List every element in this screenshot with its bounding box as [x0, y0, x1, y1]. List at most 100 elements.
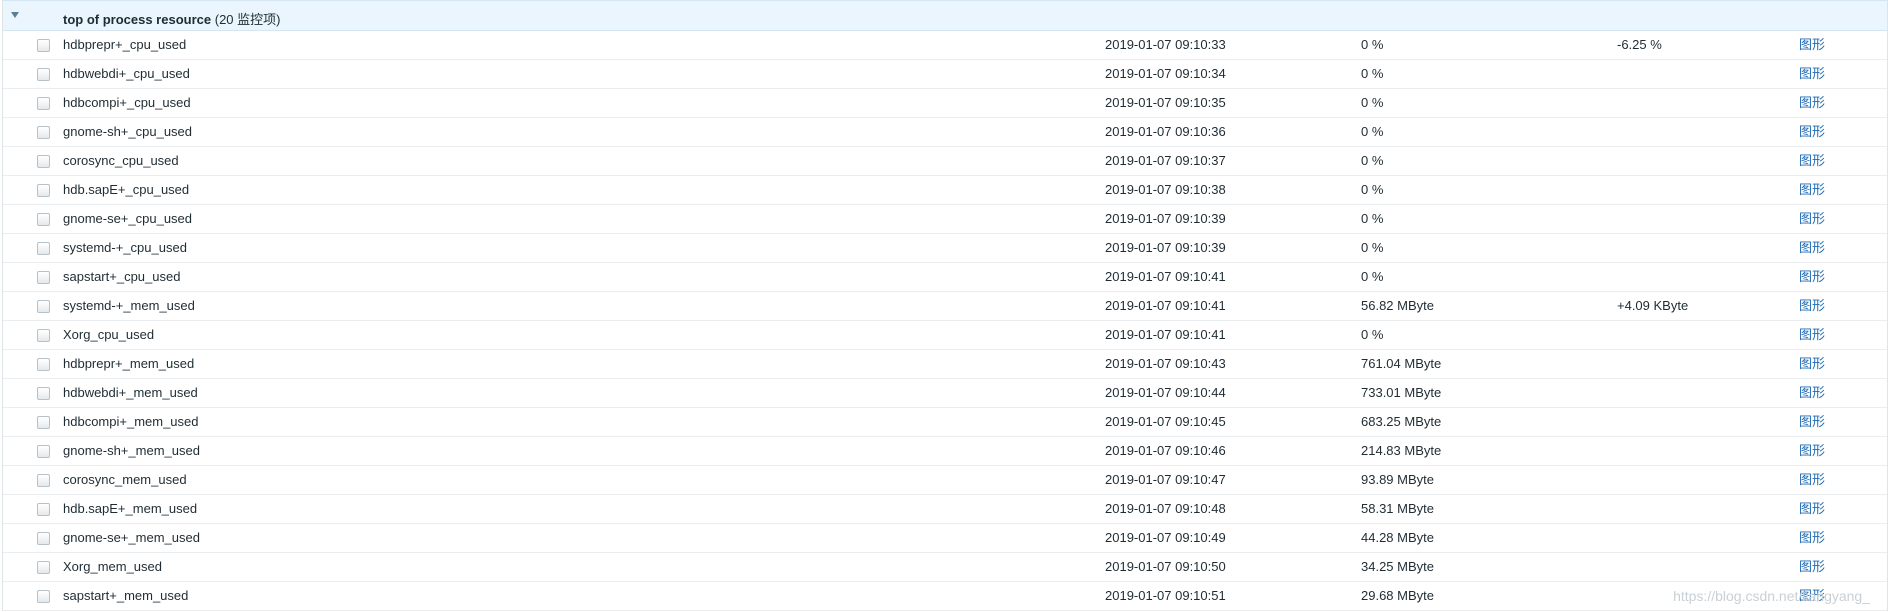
- last-value: 34.25 MByte: [1361, 559, 1434, 574]
- row-checkbox[interactable]: [37, 300, 50, 313]
- table-row: systemd-+_cpu_used 2019-01-07 09:10:39 0 %…: [3, 234, 1887, 263]
- row-checkbox[interactable]: [37, 39, 50, 52]
- row-checkbox[interactable]: [37, 271, 50, 284]
- graph-link[interactable]: 图形: [1799, 205, 1825, 233]
- graph-link[interactable]: 图形: [1799, 118, 1825, 146]
- item-name: gnome-se+_cpu_used: [63, 211, 193, 226]
- item-name: hdbcompi+_cpu_used: [63, 95, 191, 110]
- item-name: gnome-se+_mem_used: [63, 530, 200, 545]
- item-name: sapstart+_mem_used: [63, 588, 189, 603]
- graph-link[interactable]: 图形: [1799, 350, 1825, 378]
- item-name: Xorg_mem_used: [63, 559, 162, 574]
- last-value: 0 %: [1361, 182, 1384, 197]
- item-name: corosync_cpu_used: [63, 153, 179, 168]
- row-checkbox[interactable]: [37, 503, 50, 516]
- graph-link[interactable]: 图形: [1799, 408, 1825, 436]
- graph-link[interactable]: 图形: [1799, 31, 1825, 59]
- table-row: gnome-sh+_cpu_used 2019-01-07 09:10:36 0 %…: [3, 118, 1887, 147]
- item-name: Xorg_cpu_used: [63, 327, 155, 342]
- graph-link[interactable]: 图形: [1799, 553, 1825, 581]
- graph-link[interactable]: 图形: [1799, 495, 1825, 523]
- last-value: 0 %: [1361, 124, 1384, 139]
- graph-link[interactable]: 图形: [1799, 147, 1825, 175]
- row-checkbox[interactable]: [37, 184, 50, 197]
- last-value: 56.82 MByte: [1361, 298, 1434, 313]
- row-checkbox[interactable]: [37, 97, 50, 110]
- collapse-triangle-icon[interactable]: [11, 12, 19, 18]
- table-row: gnome-se+_mem_used 2019-01-07 09:10:49 44.…: [3, 524, 1887, 553]
- last-check-time: 2019-01-07 09:10:47: [1105, 472, 1226, 487]
- item-name: sapstart+_cpu_used: [63, 269, 181, 284]
- last-check-time: 2019-01-07 09:10:51: [1105, 588, 1226, 603]
- last-value: 0 %: [1361, 95, 1384, 110]
- row-checkbox[interactable]: [37, 126, 50, 139]
- item-name: hdbwebdi+_mem_used: [63, 385, 198, 400]
- graph-link[interactable]: 图形: [1799, 263, 1825, 291]
- last-value: 733.01 MByte: [1361, 385, 1442, 400]
- table-row: corosync_mem_used 2019-01-07 09:10:47 93.8…: [3, 466, 1887, 495]
- group-title: top of process resource (20 监控项): [63, 9, 280, 28]
- graph-link[interactable]: 图形: [1799, 437, 1825, 465]
- graph-link[interactable]: 图形: [1799, 60, 1825, 88]
- last-check-time: 2019-01-07 09:10:50: [1105, 559, 1226, 574]
- table-row: hdb.sapE+_cpu_used 2019-01-07 09:10:38 0 %…: [3, 176, 1887, 205]
- last-value: 683.25 MByte: [1361, 414, 1442, 429]
- graph-link[interactable]: 图形: [1799, 379, 1825, 407]
- row-checkbox[interactable]: [37, 445, 50, 458]
- row-checkbox[interactable]: [37, 387, 50, 400]
- row-checkbox[interactable]: [37, 532, 50, 545]
- row-checkbox[interactable]: [37, 68, 50, 81]
- graph-link[interactable]: 图形: [1799, 292, 1825, 320]
- last-check-time: 2019-01-07 09:10:48: [1105, 501, 1226, 516]
- graph-link[interactable]: 图形: [1799, 234, 1825, 262]
- last-check-time: 2019-01-07 09:10:43: [1105, 356, 1226, 371]
- last-value: 0 %: [1361, 37, 1384, 52]
- row-checkbox[interactable]: [37, 329, 50, 342]
- table-row: sapstart+_mem_used 2019-01-07 09:10:51 29.…: [3, 582, 1887, 611]
- graph-link[interactable]: 图形: [1799, 524, 1825, 552]
- item-name: systemd-+_cpu_used: [63, 240, 187, 255]
- last-value: 761.04 MByte: [1361, 356, 1442, 371]
- last-check-time: 2019-01-07 09:10:34: [1105, 66, 1226, 81]
- item-name: gnome-sh+_mem_used: [63, 443, 200, 458]
- item-name: corosync_mem_used: [63, 472, 187, 487]
- table-row: systemd-+_mem_used 2019-01-07 09:10:41 56.…: [3, 292, 1887, 321]
- last-value: 214.83 MByte: [1361, 443, 1442, 458]
- graph-link[interactable]: 图形: [1799, 176, 1825, 204]
- last-value: 0 %: [1361, 66, 1384, 81]
- last-check-time: 2019-01-07 09:10:36: [1105, 124, 1226, 139]
- graph-link[interactable]: 图形: [1799, 321, 1825, 349]
- latest-data-table: top of process resource (20 监控项) hdbprep…: [2, 0, 1888, 611]
- table-row: Xorg_cpu_used 2019-01-07 09:10:41 0 % 图形: [3, 321, 1887, 350]
- table-row: Xorg_mem_used 2019-01-07 09:10:50 34.25 MB…: [3, 553, 1887, 582]
- item-name: systemd-+_mem_used: [63, 298, 195, 313]
- row-checkbox[interactable]: [37, 561, 50, 574]
- row-checkbox[interactable]: [37, 474, 50, 487]
- row-checkbox[interactable]: [37, 155, 50, 168]
- row-checkbox[interactable]: [37, 590, 50, 603]
- last-value: 0 %: [1361, 327, 1384, 342]
- table-row: gnome-sh+_mem_used 2019-01-07 09:10:46 214…: [3, 437, 1887, 466]
- last-check-time: 2019-01-07 09:10:41: [1105, 327, 1226, 342]
- group-count: (20 监控项): [214, 12, 281, 27]
- last-value: 58.31 MByte: [1361, 501, 1434, 516]
- last-check-time: 2019-01-07 09:10:38: [1105, 182, 1226, 197]
- group-name: top of process resource: [63, 12, 212, 27]
- watermark: https://blog.csdn.net/liangyang_: [1673, 588, 1870, 604]
- item-name: hdbprepr+_cpu_used: [63, 37, 187, 52]
- graph-link[interactable]: 图形: [1799, 89, 1825, 117]
- table-row: hdbcompi+_mem_used 2019-01-07 09:10:45 683…: [3, 408, 1887, 437]
- item-name: hdb.sapE+_cpu_used: [63, 182, 190, 197]
- row-checkbox[interactable]: [37, 358, 50, 371]
- row-checkbox[interactable]: [37, 416, 50, 429]
- table-row: hdbwebdi+_mem_used 2019-01-07 09:10:44 733…: [3, 379, 1887, 408]
- row-checkbox[interactable]: [37, 242, 50, 255]
- value-change: +4.09 KByte: [1617, 298, 1689, 313]
- table-row: hdbprepr+_cpu_used 2019-01-07 09:10:33 0 %…: [3, 31, 1887, 60]
- last-value: 0 %: [1361, 269, 1384, 284]
- item-name: hdbcompi+_mem_used: [63, 414, 199, 429]
- graph-link[interactable]: 图形: [1799, 466, 1825, 494]
- group-header-row: top of process resource (20 监控项): [3, 0, 1887, 31]
- last-value: 0 %: [1361, 240, 1384, 255]
- row-checkbox[interactable]: [37, 213, 50, 226]
